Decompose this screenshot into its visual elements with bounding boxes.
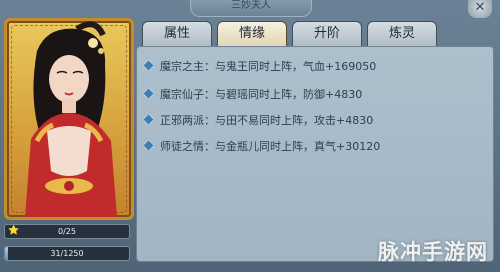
fate-row: 师徒之情：与金瓶儿同时上阵，真气+30120 [143, 139, 381, 155]
tab-attributes[interactable]: 属性 [142, 21, 212, 47]
tab-fate[interactable]: 情缘 [217, 21, 287, 47]
exp-bar: 31/1250 [4, 246, 130, 261]
level-bar: ⭐ 0/25 [4, 224, 130, 239]
fate-desc: 与田不易同时上阵，攻击+4830 [215, 114, 374, 127]
window-title: 三妙夫人 [190, 0, 312, 17]
diamond-icon [143, 114, 154, 125]
diamond-icon [143, 140, 154, 151]
diamond-icon [143, 60, 154, 71]
fate-desc: 与鬼王同时上阵，气血+169050 [215, 60, 377, 73]
fate-row: 魔宗仙子：与碧瑶同时上阵，防御+4830 [143, 87, 363, 103]
level-bar-text: 0/25 [58, 227, 76, 236]
character-portrait [4, 18, 134, 220]
fate-name: 正邪两派： [160, 114, 215, 127]
fate-row: 正邪两派：与田不易同时上阵，攻击+4830 [143, 113, 374, 129]
close-button[interactable]: ✕ [468, 0, 492, 18]
fate-panel: 魔宗之主：与鬼王同时上阵，气血+169050 魔宗仙子：与碧瑶同时上阵，防御+4… [136, 46, 494, 262]
watermark: 脉冲手游网 [378, 240, 488, 264]
fate-row: 魔宗之主：与鬼王同时上阵，气血+169050 [143, 59, 377, 75]
tab-bar: 属性 情缘 升阶 炼灵 [142, 21, 437, 47]
exp-bar-text: 31/1250 [50, 249, 84, 258]
fate-desc: 与金瓶儿同时上阵，真气+30120 [215, 140, 381, 153]
fate-name: 魔宗仙子： [160, 88, 215, 101]
fate-name: 魔宗之主： [160, 60, 215, 73]
character-art [25, 21, 117, 217]
fate-name: 师徒之情： [160, 140, 215, 153]
fate-desc: 与碧瑶同时上阵，防御+4830 [215, 88, 363, 101]
tab-advance[interactable]: 升阶 [292, 21, 362, 47]
close-icon: ✕ [474, 0, 486, 15]
diamond-icon [143, 88, 154, 99]
tab-refine[interactable]: 炼灵 [367, 21, 437, 47]
